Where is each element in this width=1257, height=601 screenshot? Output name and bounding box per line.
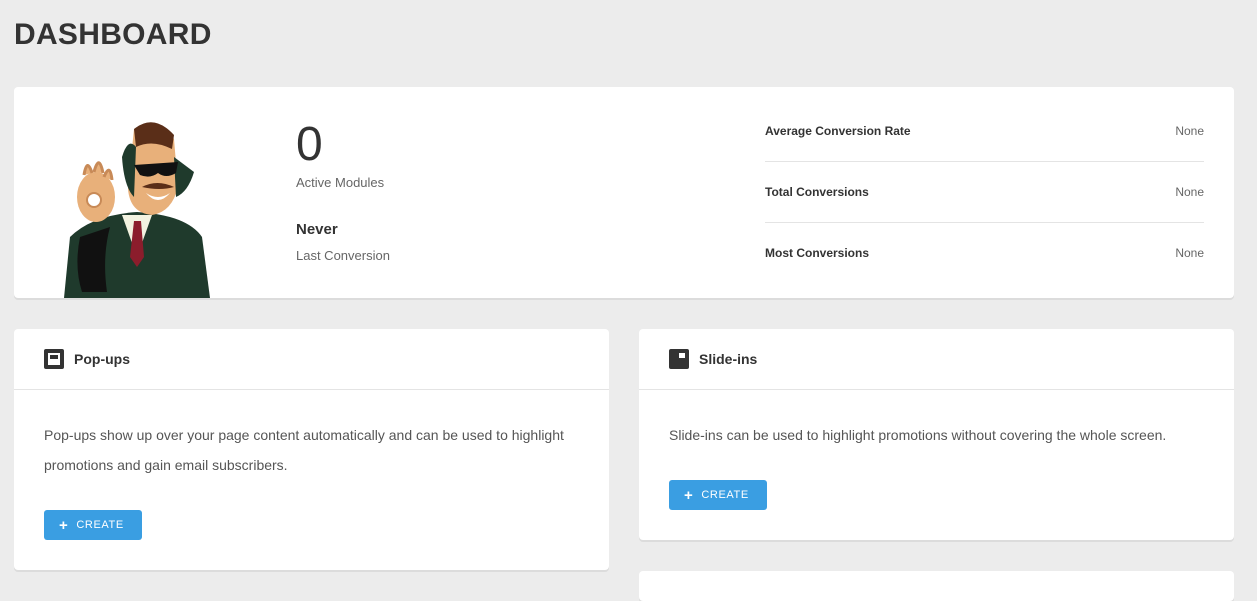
slideins-card-body: Slide-ins can be used to highlight promo… — [639, 390, 1234, 510]
summary-card: 0 Active Modules Never Last Conversion A… — [14, 87, 1234, 298]
popups-card-body: Pop-ups show up over your page content a… — [14, 390, 609, 540]
stat-value: None — [1175, 246, 1204, 260]
stat-label: Total Conversions — [765, 185, 869, 199]
stat-row-total-conversions: Total Conversions None — [765, 162, 1204, 223]
create-button-label: CREATE — [76, 519, 124, 531]
slideins-title: Slide-ins — [699, 351, 758, 367]
stat-value: None — [1175, 124, 1204, 138]
plus-icon: + — [59, 516, 69, 534]
stat-row-average-conversion-rate: Average Conversion Rate None — [765, 101, 1204, 162]
last-conversion-label: Last Conversion — [296, 248, 390, 263]
stat-value: None — [1175, 185, 1204, 199]
slideins-card: Slide-ins Slide-ins can be used to highl… — [639, 329, 1234, 540]
plus-icon: + — [684, 486, 694, 504]
stat-label: Most Conversions — [765, 246, 870, 260]
popups-card: Pop-ups Pop-ups show up over your page c… — [14, 329, 609, 570]
popups-card-header: Pop-ups — [14, 329, 609, 390]
create-popup-button[interactable]: + CREATE — [44, 510, 142, 540]
popup-icon — [44, 349, 64, 369]
popups-title: Pop-ups — [74, 351, 130, 367]
slide-in-icon — [669, 349, 689, 369]
slideins-description: Slide-ins can be used to highlight promo… — [669, 427, 1167, 443]
stat-label: Average Conversion Rate — [765, 124, 911, 138]
slideins-card-header: Slide-ins — [639, 329, 1234, 390]
last-conversion-value: Never — [296, 221, 338, 238]
active-modules-label: Active Modules — [296, 175, 385, 190]
mascot-illustration — [64, 122, 210, 298]
create-slidein-button[interactable]: + CREATE — [669, 480, 767, 510]
conversion-stats: Average Conversion Rate None Total Conve… — [765, 101, 1204, 283]
create-button-label: CREATE — [701, 489, 749, 501]
popups-description: Pop-ups show up over your page content a… — [44, 427, 564, 473]
page-title: DASHBOARD — [14, 18, 212, 51]
active-modules-count: 0 — [296, 118, 323, 171]
stat-row-most-conversions: Most Conversions None — [765, 223, 1204, 283]
